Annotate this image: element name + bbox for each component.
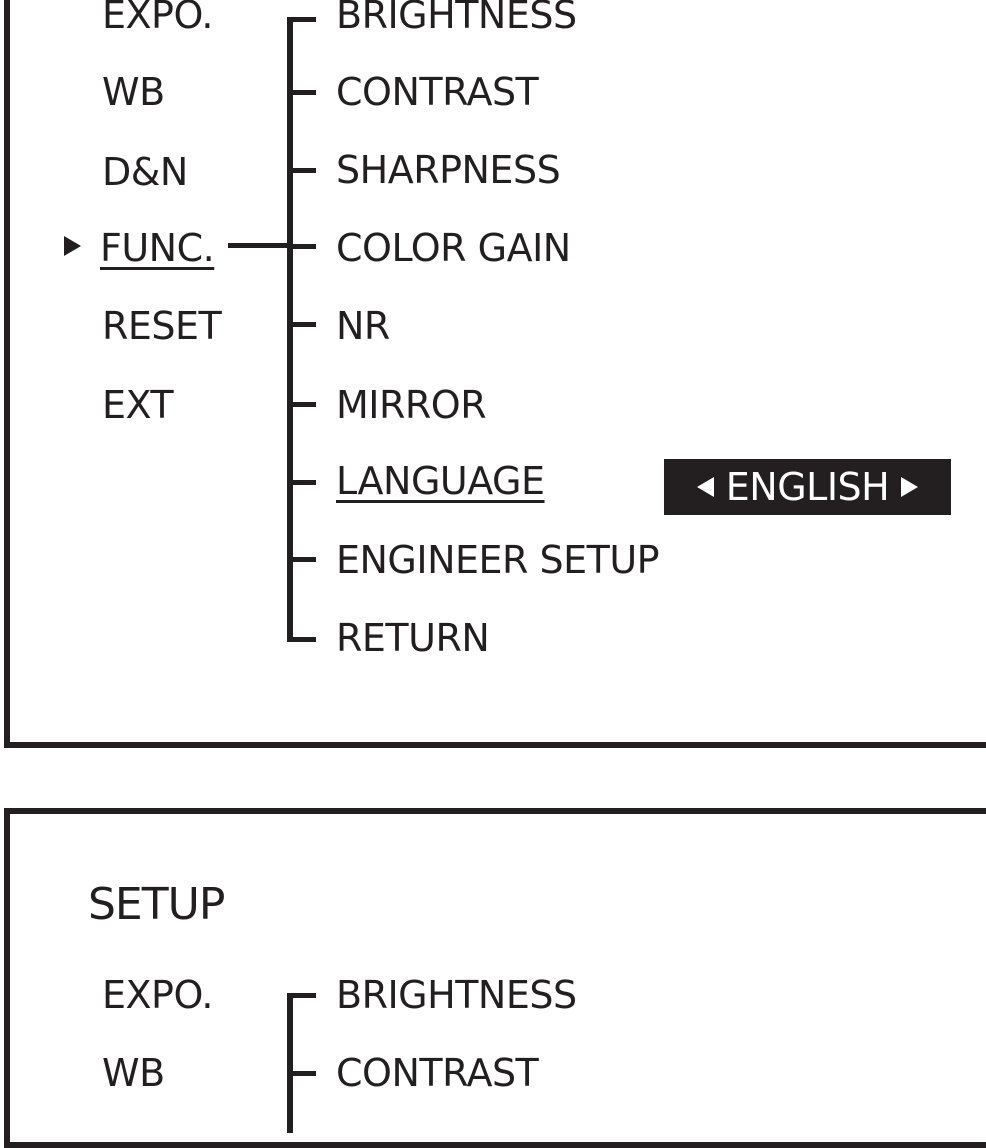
submenu-item-engineer-setup[interactable]: ENGINEER SETUP (336, 538, 660, 582)
menu-item-ext[interactable]: EXT (102, 383, 174, 427)
menu-item-reset[interactable]: RESET (102, 304, 222, 348)
tree-branch (287, 1071, 316, 1076)
tree-branch (287, 244, 316, 249)
menu-item-func[interactable]: FUNC. (100, 226, 215, 270)
tree-branch (287, 557, 316, 562)
submenu-item-sharpness[interactable]: SHARPNESS (336, 148, 561, 192)
triangle-left-icon[interactable] (696, 477, 714, 497)
selection-pointer-icon (64, 236, 81, 256)
submenu-item-brightness[interactable]: BRIGHTNESS (336, 0, 577, 37)
submenu-item-return[interactable]: RETURN (336, 616, 490, 660)
submenu-item-brightness[interactable]: BRIGHTNESS (336, 973, 577, 1017)
menu-item-expo[interactable]: EXPO. (102, 973, 213, 1017)
func-connector-line (228, 243, 292, 248)
tree-branch (287, 168, 316, 173)
triangle-right-icon[interactable] (901, 477, 919, 497)
tree-branch (287, 480, 316, 485)
tree-branch (287, 322, 316, 327)
tree-branch (287, 637, 316, 642)
submenu-item-contrast[interactable]: CONTRAST (336, 1051, 539, 1095)
menu-item-wb[interactable]: WB (102, 70, 165, 114)
submenu-item-color-gain[interactable]: COLOR GAIN (336, 226, 571, 270)
tree-branch (287, 402, 316, 407)
language-value-selector[interactable]: ENGLISH (664, 459, 951, 515)
tree-branch (287, 90, 316, 95)
menu-title: SETUP (88, 879, 225, 930)
menu-item-dn[interactable]: D&N (102, 150, 188, 194)
submenu-tree-trunk (287, 993, 293, 1133)
menu-item-expo[interactable]: EXPO. (102, 0, 213, 37)
submenu-item-mirror[interactable]: MIRROR (336, 383, 487, 427)
submenu-tree-trunk (287, 17, 293, 642)
tree-branch (287, 993, 316, 998)
menu-item-wb[interactable]: WB (102, 1051, 165, 1095)
submenu-item-language[interactable]: LANGUAGE (336, 459, 545, 503)
submenu-item-contrast[interactable]: CONTRAST (336, 70, 539, 114)
language-value: ENGLISH (725, 465, 890, 509)
submenu-item-nr[interactable]: NR (336, 304, 390, 348)
tree-branch (287, 17, 316, 22)
